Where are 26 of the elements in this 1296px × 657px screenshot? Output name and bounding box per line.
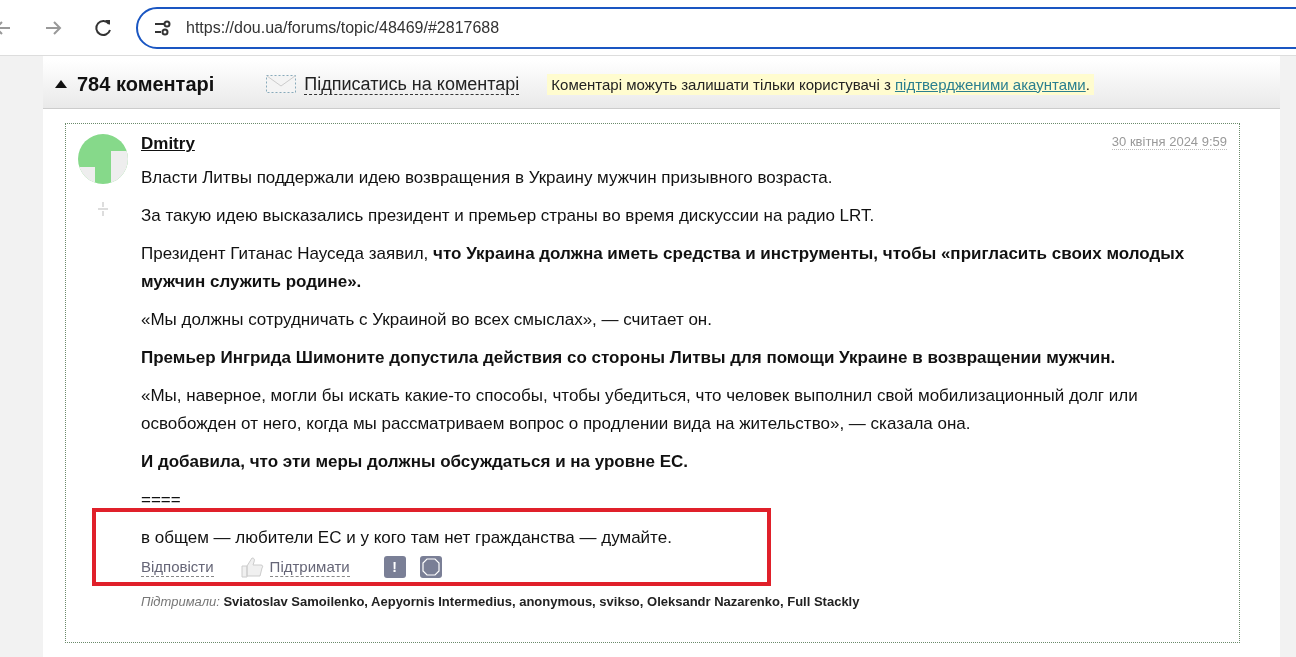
address-bar[interactable]: https://dou.ua/forums/topic/48469/#2817688 xyxy=(136,6,1296,49)
envelope-icon xyxy=(266,75,297,93)
comment-count: 784 коментарі xyxy=(77,72,215,96)
comment-paragraph: Власти Литвы поддержали идею возвращения в Украину мужчин призывного возраста. xyxy=(141,167,834,189)
comment-paragraph: «Мы, наверное, могли бы искать какие-то способы, чтобы убедиться, что человек выполнил свой мобилизационный долг или освобожден от него, когда мы рассматриваем вопрос о продлении вида на жительство», — сказала она. xyxy=(141,385,1139,435)
comment-paragraph: в общем — любители ЕС и у кого там нет гражданства — думайте. xyxy=(141,527,673,549)
reply-link[interactable]: Відповісти xyxy=(141,557,214,577)
report-button[interactable]: ! xyxy=(383,556,406,578)
site-settings-icon[interactable] xyxy=(154,19,172,36)
thumbs-up-icon[interactable] xyxy=(239,556,264,578)
comment-paragraph: И добавила, что эти меры должны обсуждаться и на уровне ЕС. xyxy=(141,451,689,473)
avatar-icon xyxy=(78,134,128,184)
comment-paragraph: «Мы должны сотрудничать с Украиной во всех смыслах», — считает он. xyxy=(141,309,713,331)
notice-text: Коментарі можуть залишати тільки користувачі з підтвердженими акаунтами. xyxy=(547,73,1094,95)
stop-sign-icon[interactable] xyxy=(419,556,442,578)
subscribe-link[interactable]: Підписатись на коментарі xyxy=(304,73,520,95)
comment-paragraph: ==== xyxy=(141,489,182,511)
collapse-triangle-icon[interactable] xyxy=(55,80,67,88)
comment-paragraph: Премьер Ингрида Шимоните допустила действия со стороны Литвы для помощи Украине в возвращении мужчин. xyxy=(141,347,1117,369)
comment-date[interactable]: 30 квітня 2024 9:59 xyxy=(1111,134,1227,150)
comment-paragraph: За такую идею высказались президент и премьер страны во время дискуссии на радио LRT. xyxy=(141,205,876,227)
supporters-text: Підтримали: Sviatoslav Samoilenko, Aepyornis Intermedius, anonymous, svikso, Oleksandr Nazarenko, Full Stackly xyxy=(141,594,861,609)
author-link[interactable]: Dmitry xyxy=(141,134,195,154)
verified-accounts-link[interactable]: підтвердженими акаунтами xyxy=(894,75,1086,93)
comment-paragraph: Президент Гитанас Науседа заявил, что Украина должна иметь средства и инструменты, чтобы «пригласить своих молодых мужчин служить родине». xyxy=(141,243,1186,293)
support-link[interactable]: Підтримати xyxy=(269,557,350,577)
